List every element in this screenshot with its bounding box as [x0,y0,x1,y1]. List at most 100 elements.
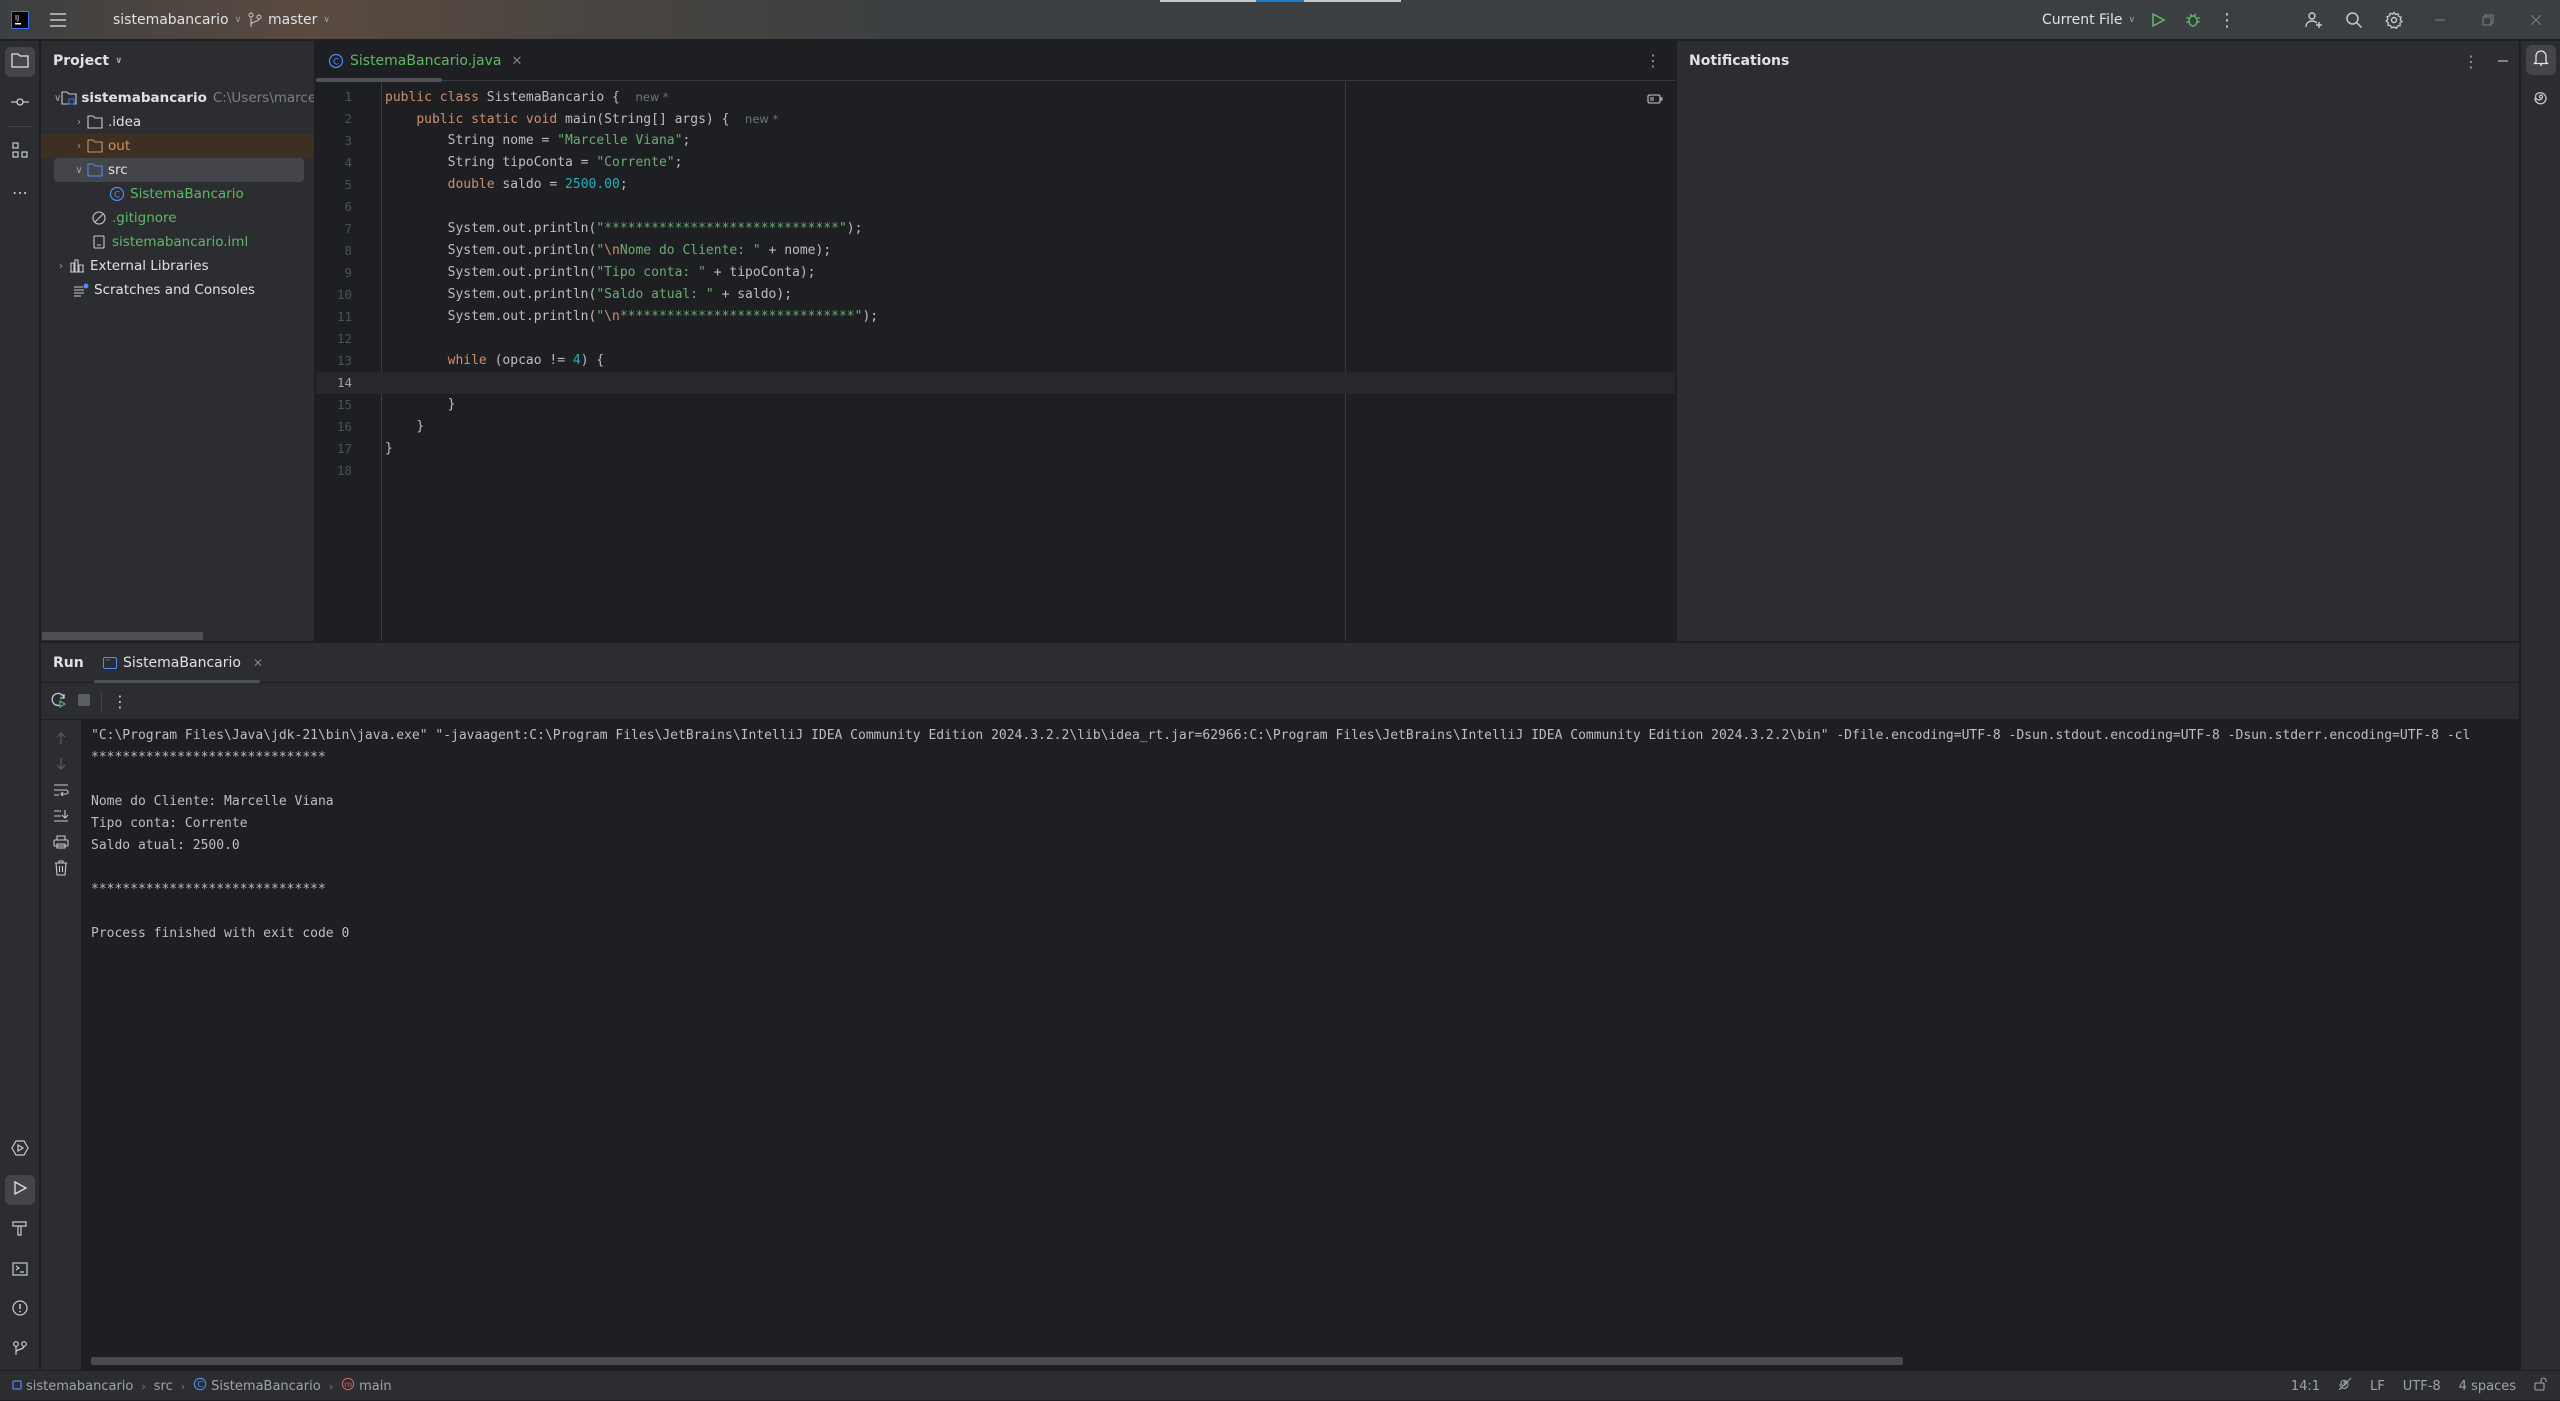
chevron-down-icon: ∨ [2128,15,2136,25]
code-line: 9 System.out.println("Tipo conta: " + ti… [344,265,816,280]
code-line: 2 public static void main(String[] args)… [344,111,779,127]
services-tool-button[interactable] [5,1135,35,1165]
editor-tab-sistemabancario[interactable]: C SistemaBancario.java ✕ [316,41,522,82]
svg-text:m: m [345,1380,353,1389]
close-tab-icon[interactable]: ✕ [253,656,263,670]
code-line: 18 [336,463,352,478]
ignore-file-icon [90,210,108,226]
editor-tabs-more-icon[interactable]: ⋮ [1645,51,1661,70]
services-icon [11,1140,29,1160]
scroll-up-icon[interactable] [49,726,73,750]
print-icon[interactable] [49,830,73,854]
run-more-actions-icon[interactable]: ⋮ [112,692,128,711]
main-menu-icon[interactable] [46,8,70,32]
tree-item-scratches[interactable]: Scratches and Consoles [41,278,314,302]
soft-wrap-icon[interactable] [49,778,73,802]
breadcrumb: sistemabancario › src › C SistemaBancari… [12,1371,392,1401]
svg-text:C: C [333,58,339,68]
console-output[interactable]: "C:\Program Files\Java\jdk-21\bin\java.e… [81,720,2519,1371]
more-tool-windows-icon[interactable]: ⋯ [5,177,35,207]
restore-button[interactable] [2476,8,2500,32]
breadcrumb-project[interactable]: sistemabancario [12,1379,133,1394]
run-tool-button[interactable] [5,1175,35,1205]
minimize-button[interactable] [2428,8,2452,32]
code-line: 16 } [336,419,425,434]
breadcrumb-src[interactable]: src [154,1379,173,1394]
svg-text:C: C [198,1380,204,1389]
structure-tool-button[interactable] [5,137,35,167]
search-icon[interactable] [2342,8,2366,32]
stop-icon[interactable] [77,692,91,711]
project-tool-button[interactable] [5,47,35,77]
tree-item-label: External Libraries [90,258,209,274]
tree-item-label: out [108,138,131,154]
unlock-icon[interactable] [2534,1377,2548,1395]
code-area[interactable]: 1 public class SistemaBancario { new * 2 … [316,82,1675,641]
more-actions-icon[interactable]: ⋮ [2215,8,2239,32]
clear-all-trash-icon[interactable] [49,856,73,880]
notifications-tool-button[interactable] [2526,45,2556,75]
project-selector[interactable]: sistemabancario ∨ [113,0,241,40]
inlay-hint[interactable]: new * [745,112,778,126]
commit-tool-button[interactable] [5,86,35,116]
tree-item-external-libraries[interactable]: › External Libraries [41,254,314,278]
project-horizontal-scrollbar[interactable] [41,631,314,641]
debug-button[interactable] [2181,8,2205,32]
code-with-me-icon[interactable] [2302,8,2326,32]
chevron-down-icon[interactable]: ∨ [54,93,61,104]
tree-item-src[interactable]: ∨ src [54,158,304,182]
code-line: 3 String nome = "Marcelle Viana"; [344,133,691,148]
run-button[interactable] [2146,8,2170,32]
close-window-button[interactable] [2524,8,2548,32]
scroll-to-end-icon[interactable] [49,804,73,828]
console-horizontal-scrollbar[interactable] [91,1357,1903,1365]
branch-selector[interactable]: master ∨ [248,0,330,40]
ai-assistant-tool-button[interactable] [2526,85,2556,115]
terminal-tool-button[interactable] [5,1255,35,1285]
notifications-options-icon[interactable]: ⋮ [2463,52,2479,71]
rerun-icon[interactable] [51,692,67,712]
project-panel-header[interactable]: Project ∨ [41,41,314,81]
toolbar-divider [101,691,102,712]
problems-tool-button[interactable] [5,1295,35,1325]
hide-panel-icon[interactable] [2497,52,2509,71]
run-tab-sistemabancario[interactable]: SistemaBancario ✕ [94,643,263,683]
console-line: Process finished with exit code 0 [91,926,350,941]
code-line: 8 System.out.println("\nNome do Cliente:… [344,243,832,258]
breadcrumb-class[interactable]: C SistemaBancario [193,1377,321,1395]
indent-selector[interactable]: 4 spaces [2459,1379,2516,1394]
console-line: ****************************** [91,750,326,765]
chevron-right-icon[interactable]: › [72,117,86,128]
chevron-right-icon[interactable]: › [72,141,86,152]
tree-item-out[interactable]: › out [41,134,314,158]
settings-gear-icon[interactable] [2382,8,2406,32]
structure-icon [12,142,28,162]
code-line: 1 public class SistemaBancario { new * [344,89,669,105]
git-tool-button[interactable] [5,1335,35,1365]
file-encoding-selector[interactable]: UTF-8 [2403,1379,2441,1394]
chevron-down-icon[interactable]: ∨ [72,165,86,176]
run-config-selector[interactable]: Current File ∨ [2042,0,2135,40]
line-separator-selector[interactable]: LF [2370,1379,2385,1394]
chevron-right-icon[interactable]: › [54,261,68,272]
tree-item-gitignore[interactable]: .gitignore [41,206,314,230]
close-tab-icon[interactable]: ✕ [511,54,522,69]
tree-item-idea[interactable]: › .idea [41,110,314,134]
inlay-hint[interactable]: new * [635,90,668,104]
run-tab-label: SistemaBancario [123,655,241,671]
build-tool-button[interactable] [5,1215,35,1245]
breadcrumb-method[interactable]: m main [341,1377,392,1395]
ai-disabled-icon[interactable] [2338,1377,2352,1395]
branch-name: master [268,12,318,28]
scroll-down-icon[interactable] [49,752,73,776]
chevron-down-icon: ∨ [234,15,242,25]
caret-position[interactable]: 14:1 [2291,1379,2320,1394]
excluded-folder-icon [86,138,104,154]
tree-item-label: sistemabancario [81,90,207,106]
tree-item-iml[interactable]: sistemabancario.iml [41,230,314,254]
tree-item-sistemabancario-class[interactable]: C SistemaBancario [41,182,314,206]
tree-item-label: .gitignore [112,210,177,226]
problems-icon [12,1300,28,1320]
tree-item-sistemabancario[interactable]: ∨ sistemabancario C:\Users\marce\IdeaPro… [41,86,314,110]
scratches-icon [72,282,90,298]
